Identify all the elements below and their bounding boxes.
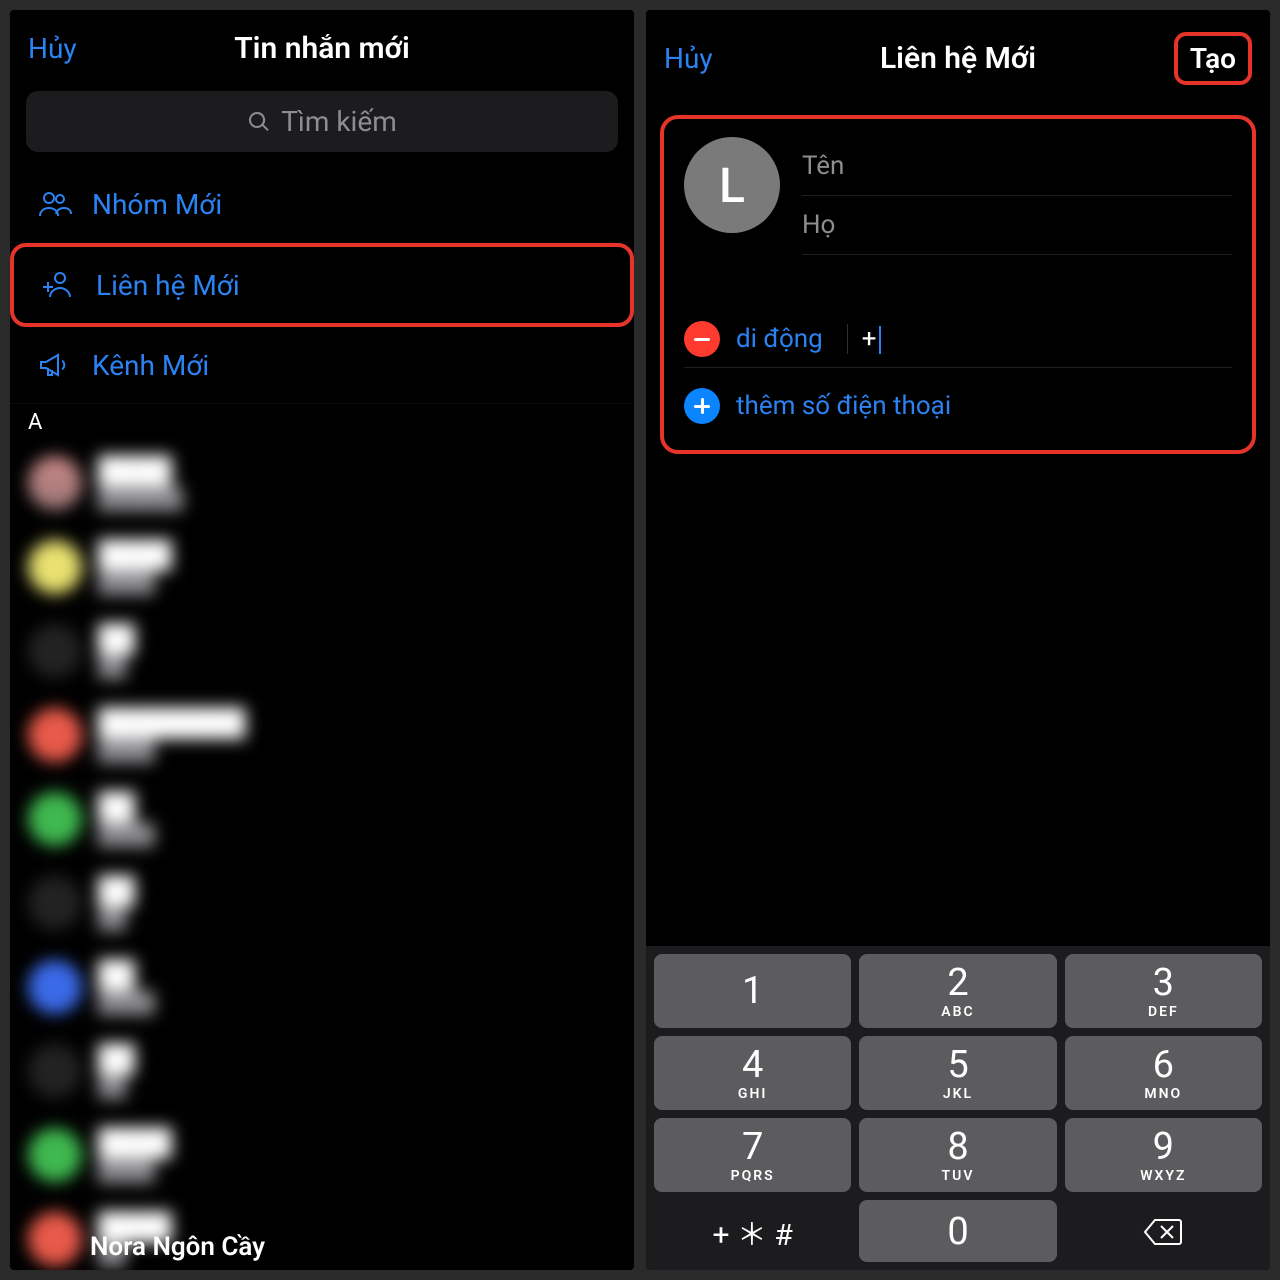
list-item[interactable]: ██████ xyxy=(10,777,634,861)
plus-icon xyxy=(684,388,720,424)
add-contact-icon xyxy=(38,265,78,305)
search-input[interactable]: Tìm kiếm xyxy=(26,91,618,152)
megaphone-icon xyxy=(34,345,74,385)
search-placeholder: Tìm kiếm xyxy=(281,105,397,138)
new-contact-screen: Hủy Liên hệ Mới Tạo L Tên Họ di động + t… xyxy=(646,10,1270,1270)
cancel-button[interactable]: Hủy xyxy=(664,42,713,75)
last-name-field[interactable]: Họ xyxy=(802,196,1232,255)
key-5[interactable]: 5JKL xyxy=(859,1036,1056,1110)
list-item[interactable]: ████ xyxy=(10,609,634,693)
visible-contact-name: Nora Ngôn Cầy xyxy=(90,1232,265,1262)
group-icon xyxy=(34,184,74,224)
avatar[interactable]: L xyxy=(684,137,780,233)
phone-row: di động + xyxy=(684,311,1232,368)
key-3[interactable]: 3DEF xyxy=(1065,954,1262,1028)
search-icon xyxy=(247,110,271,134)
number-keypad: 1 2ABC 3DEF 4GHI 5JKL 6MNO 7PQRS 8TUV 9W… xyxy=(646,946,1270,1270)
phone-number-input[interactable]: + xyxy=(847,324,1232,354)
cancel-button[interactable]: Hủy xyxy=(28,32,77,65)
new-group-button[interactable]: Nhóm Mới xyxy=(10,166,634,243)
list-item[interactable]: ████████ xyxy=(10,525,634,609)
key-7[interactable]: 7PQRS xyxy=(654,1118,851,1192)
list-item[interactable]: ████████ xyxy=(10,1113,634,1197)
header: Hủy Liên hệ Mới Tạo xyxy=(646,10,1270,103)
create-button[interactable]: Tạo xyxy=(1174,32,1252,85)
list-item[interactable]: ████ xyxy=(10,861,634,945)
key-0[interactable]: 0 xyxy=(859,1200,1056,1262)
page-title: Liên hệ Mới xyxy=(880,41,1036,76)
key-6[interactable]: 6MNO xyxy=(1065,1036,1262,1110)
key-8[interactable]: 8TUV xyxy=(859,1118,1056,1192)
new-channel-button[interactable]: Kênh Mới xyxy=(10,327,634,404)
new-channel-label: Kênh Mới xyxy=(92,349,209,382)
new-contact-button[interactable]: Liên hệ Mới xyxy=(10,243,634,327)
add-phone-label: thêm số điện thoại xyxy=(736,391,951,421)
list-item[interactable]: ████████████ xyxy=(10,693,634,777)
new-group-label: Nhóm Mới xyxy=(92,188,222,221)
contact-list: ██████████ ████████ ████ ████████████ ██… xyxy=(10,441,634,1270)
contact-form: L Tên Họ di động + thêm số điện thoại xyxy=(660,115,1256,454)
new-contact-label: Liên hệ Mới xyxy=(96,269,240,302)
page-title: Tin nhắn mới xyxy=(234,31,410,66)
first-name-field[interactable]: Tên xyxy=(802,137,1232,196)
add-phone-button[interactable]: thêm số điện thoại xyxy=(684,388,1232,424)
backspace-icon xyxy=(1143,1218,1183,1246)
key-1[interactable]: 1 xyxy=(654,954,851,1028)
key-2[interactable]: 2ABC xyxy=(859,954,1056,1028)
list-item[interactable]: ██████ xyxy=(10,945,634,1029)
header: Hủy Tin nhắn mới xyxy=(10,10,634,83)
list-item[interactable]: ████ xyxy=(10,1029,634,1113)
phone-type-selector[interactable]: di động xyxy=(736,324,823,354)
key-9[interactable]: 9WXYZ xyxy=(1065,1118,1262,1192)
list-item[interactable]: ██████████ xyxy=(10,441,634,525)
remove-phone-button[interactable] xyxy=(684,321,720,357)
key-symbols[interactable]: + ＊ # xyxy=(654,1200,851,1262)
key-backspace[interactable] xyxy=(1065,1200,1262,1262)
new-message-screen: Hủy Tin nhắn mới Tìm kiếm Nhóm Mới Liên … xyxy=(10,10,634,1270)
key-4[interactable]: 4GHI xyxy=(654,1036,851,1110)
section-header-a: A xyxy=(10,404,634,441)
